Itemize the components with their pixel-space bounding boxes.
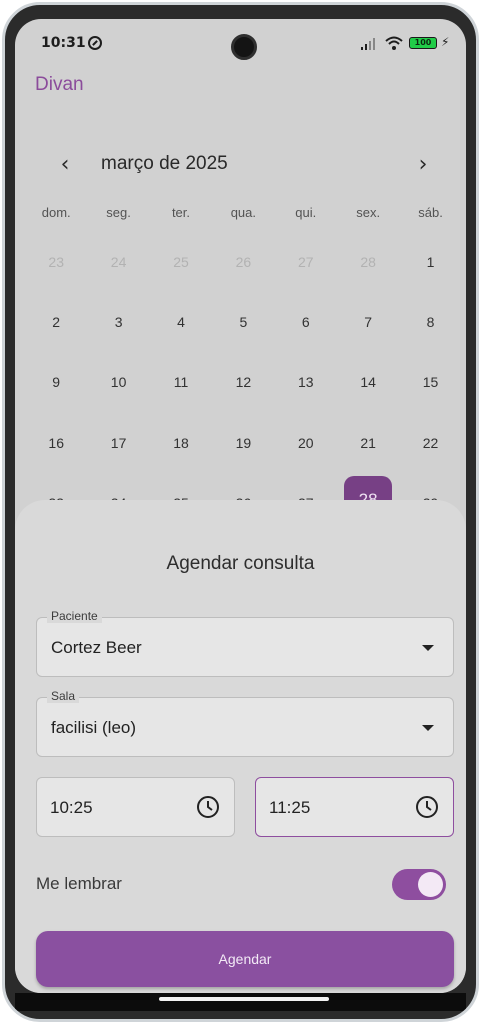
- end-time-field[interactable]: 11:25: [255, 777, 454, 837]
- clock-icon[interactable]: [196, 795, 220, 819]
- dropdown-arrow-icon: [422, 645, 434, 651]
- toggle-knob: [418, 872, 443, 897]
- room-value: facilisi (leo): [51, 718, 137, 737]
- nav-bar: [15, 993, 466, 1011]
- patient-value: Cortez Beer: [51, 638, 142, 657]
- schedule-bottom-sheet: Agendar consulta Paciente Cortez Beer Sa…: [15, 500, 466, 993]
- sheet-title: Agendar consulta: [166, 553, 315, 574]
- patient-dropdown[interactable]: Paciente Cortez Beer: [36, 609, 454, 677]
- patient-label: Paciente: [47, 609, 102, 623]
- start-time-field[interactable]: 10:25: [36, 777, 235, 837]
- reminder-toggle[interactable]: [392, 869, 446, 900]
- phone-frame: 10:31 100 ⚡ Divan ‹ março de 2025 › dom.…: [2, 2, 479, 1022]
- screen: 10:31 100 ⚡ Divan ‹ março de 2025 › dom.…: [15, 19, 466, 993]
- reminder-label: Me lembrar: [36, 874, 122, 893]
- end-time-value: 11:25: [269, 798, 311, 817]
- room-label: Sala: [47, 689, 80, 703]
- schedule-button[interactable]: Agendar: [36, 931, 454, 987]
- schedule-button-label: Agendar: [218, 951, 272, 967]
- home-indicator[interactable]: [159, 997, 329, 1001]
- room-dropdown[interactable]: Sala facilisi (leo): [36, 689, 454, 757]
- dropdown-arrow-icon: [422, 725, 434, 731]
- clock-icon[interactable]: [415, 795, 439, 819]
- start-time-value: 10:25: [50, 798, 93, 817]
